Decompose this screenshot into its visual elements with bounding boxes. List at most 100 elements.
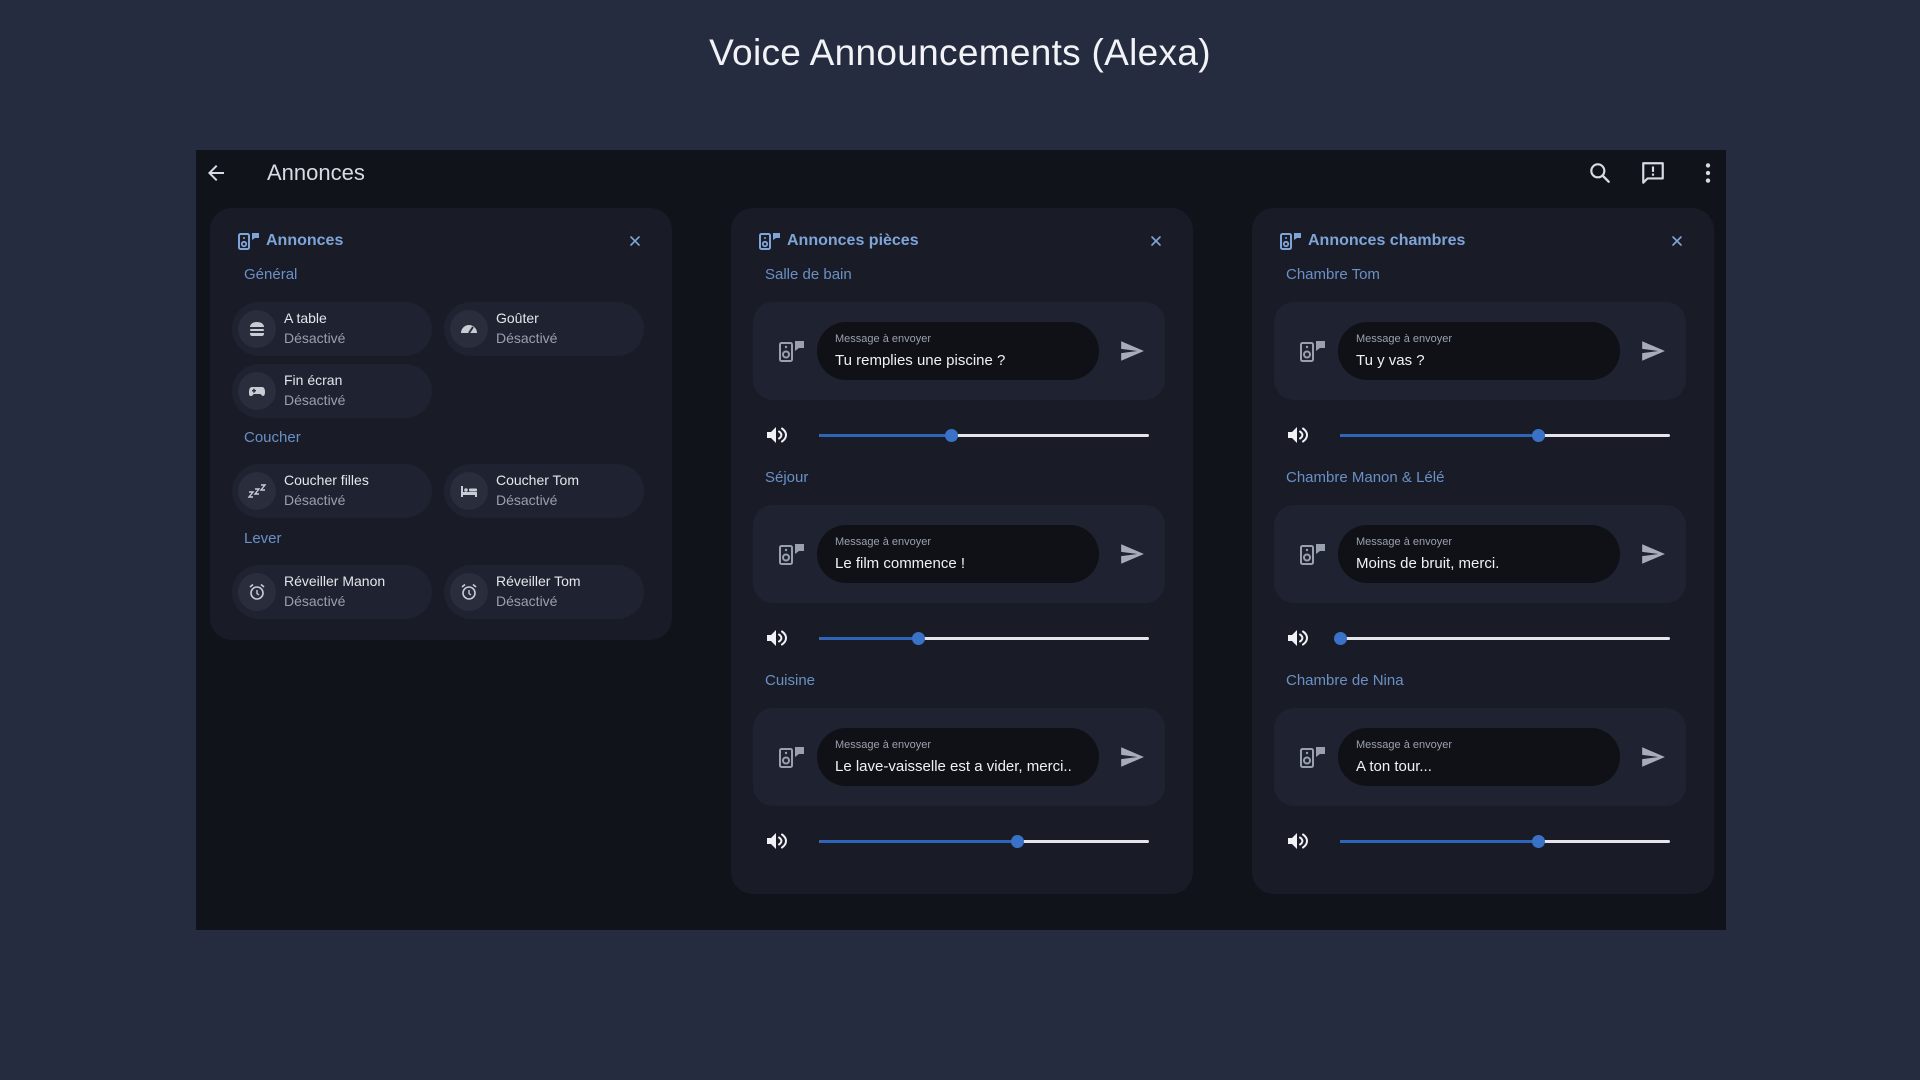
back-arrow-icon[interactable] bbox=[204, 161, 228, 185]
chip-state: Désactivé bbox=[496, 593, 558, 609]
message-input[interactable]: Message à envoyer Tu remplies une piscine… bbox=[817, 322, 1099, 380]
message-input[interactable]: Message à envoyer Le film commence ! bbox=[817, 525, 1099, 583]
top-bar: Annonces bbox=[196, 150, 1726, 196]
close-icon[interactable] bbox=[1670, 234, 1684, 248]
speaker-announce-icon bbox=[1300, 340, 1326, 362]
message-input[interactable]: Message à envoyer Tu y vas ? bbox=[1338, 322, 1620, 380]
speaker-announce-icon bbox=[1280, 233, 1301, 250]
close-icon[interactable] bbox=[628, 234, 642, 248]
chip-state: Désactivé bbox=[284, 392, 346, 408]
volume-up-icon[interactable] bbox=[765, 830, 789, 852]
message-input[interactable]: Message à envoyer A ton tour... bbox=[1338, 728, 1620, 786]
chip-name: Réveiller Tom bbox=[496, 573, 581, 589]
close-icon[interactable] bbox=[1149, 234, 1163, 248]
speaker-announce-icon bbox=[1300, 543, 1326, 565]
volume-up-icon[interactable] bbox=[1286, 627, 1310, 649]
room-message-card: Message à envoyer Tu remplies une piscine… bbox=[753, 302, 1165, 400]
panel-title: Annonces pièces bbox=[787, 232, 919, 249]
volume-slider[interactable] bbox=[1340, 429, 1670, 442]
send-icon[interactable] bbox=[1640, 744, 1666, 770]
chip-name: Réveiller Manon bbox=[284, 573, 386, 589]
volume-slider-thumb[interactable] bbox=[1011, 835, 1024, 848]
room-message-card: Message à envoyer Le film commence ! bbox=[753, 505, 1165, 603]
volume-slider-fill bbox=[819, 840, 1017, 843]
volume-slider[interactable] bbox=[1334, 632, 1670, 645]
chip-state: Désactivé bbox=[284, 492, 346, 508]
send-icon[interactable] bbox=[1119, 744, 1145, 770]
chip-state: Désactivé bbox=[496, 492, 558, 508]
message-input[interactable]: Message à envoyer Moins de bruit, merci. bbox=[1338, 525, 1620, 583]
message-input-value: Le film commence ! bbox=[835, 555, 966, 572]
burger-icon bbox=[238, 310, 276, 348]
send-icon[interactable] bbox=[1640, 541, 1666, 567]
message-input-label: Message à envoyer bbox=[1356, 333, 1452, 345]
announcement-chip-coucher-tom[interactable]: Coucher Tom Désactivé bbox=[444, 464, 644, 518]
panel-annonces: Annonces Général A table Désactivé Goûte… bbox=[210, 208, 672, 640]
volume-slider-fill bbox=[819, 434, 951, 437]
volume-up-icon[interactable] bbox=[765, 627, 789, 649]
announcement-chip-coucher-filles[interactable]: Coucher filles Désactivé bbox=[232, 464, 432, 518]
chip-name: Coucher Tom bbox=[496, 472, 580, 488]
chip-state: Désactivé bbox=[496, 330, 558, 346]
chip-state: Désactivé bbox=[284, 593, 346, 609]
announcement-chip-reveiller-manon[interactable]: Réveiller Manon Désactivé bbox=[232, 565, 432, 619]
message-input-label: Message à envoyer bbox=[835, 333, 931, 345]
message-input-value: Le lave-vaisselle est a vider, merci.. bbox=[835, 758, 1072, 775]
room-message-card: Message à envoyer A ton tour... bbox=[1274, 708, 1686, 806]
panel-title: Annonces bbox=[266, 232, 344, 249]
volume-slider-thumb[interactable] bbox=[1532, 429, 1545, 442]
announcement-chip-reveiller-tom[interactable]: Réveiller Tom Désactivé bbox=[444, 565, 644, 619]
page-title: Voice Announcements (Alexa) bbox=[709, 32, 1211, 73]
send-icon[interactable] bbox=[1119, 541, 1145, 567]
more-vert-icon[interactable] bbox=[1695, 160, 1721, 186]
message-input-value: Moins de bruit, merci. bbox=[1356, 555, 1500, 572]
volume-slider[interactable] bbox=[819, 429, 1149, 442]
room-label: Séjour bbox=[765, 469, 809, 486]
announcement-message-icon[interactable] bbox=[1640, 160, 1666, 186]
speaker-announce-icon bbox=[779, 746, 805, 768]
volume-slider-thumb[interactable] bbox=[1532, 835, 1545, 848]
send-icon[interactable] bbox=[1640, 338, 1666, 364]
panel-title: Annonces chambres bbox=[1308, 232, 1466, 249]
send-icon[interactable] bbox=[1119, 338, 1145, 364]
volume-up-icon[interactable] bbox=[765, 424, 789, 446]
message-input-label: Message à envoyer bbox=[835, 739, 931, 751]
speaker-announce-icon bbox=[759, 233, 780, 250]
room-label: Salle de bain bbox=[765, 266, 852, 283]
message-input[interactable]: Message à envoyer Le lave-vaisselle est a… bbox=[817, 728, 1099, 786]
message-input-value: A ton tour... bbox=[1356, 758, 1432, 775]
speaker-announce-icon bbox=[779, 340, 805, 362]
panel-annonces-chambres: Annonces chambres Chambre Tom Message à e… bbox=[1252, 208, 1714, 894]
volume-slider[interactable] bbox=[819, 835, 1149, 848]
room-message-card: Message à envoyer Moins de bruit, merci. bbox=[1274, 505, 1686, 603]
speaker-announce-icon bbox=[238, 233, 259, 250]
volume-slider-thumb[interactable] bbox=[1334, 632, 1347, 645]
volume-row bbox=[753, 623, 1165, 653]
panel-annonces-pieces: Annonces pièces Salle de bain Message à e… bbox=[731, 208, 1193, 894]
room-label: Chambre Tom bbox=[1286, 266, 1380, 283]
chip-name: Fin écran bbox=[284, 372, 343, 388]
chip-name: Coucher filles bbox=[284, 472, 369, 488]
bed-icon bbox=[450, 472, 488, 510]
volume-up-icon[interactable] bbox=[1286, 830, 1310, 852]
search-icon[interactable] bbox=[1587, 160, 1613, 186]
message-input-value: Tu remplies une piscine ? bbox=[835, 352, 1006, 369]
announcement-chip-gouter[interactable]: Goûter Désactivé bbox=[444, 302, 644, 356]
sleep-zzz-icon bbox=[238, 472, 276, 510]
app-window: Annonces Annonces Général A table Désact… bbox=[196, 150, 1726, 930]
volume-row bbox=[1274, 420, 1686, 450]
section-label-lever: Lever bbox=[244, 530, 282, 547]
alarm-clock-icon bbox=[238, 573, 276, 611]
announcement-chip-fin-ecran[interactable]: Fin écran Désactivé bbox=[232, 364, 432, 418]
volume-slider-thumb[interactable] bbox=[945, 429, 958, 442]
volume-slider-thumb[interactable] bbox=[912, 632, 925, 645]
volume-slider[interactable] bbox=[1340, 835, 1670, 848]
volume-slider-fill bbox=[1340, 840, 1538, 843]
section-label-general: Général bbox=[244, 266, 298, 283]
section-label-coucher: Coucher bbox=[244, 429, 301, 446]
announcement-chip-a-table[interactable]: A table Désactivé bbox=[232, 302, 432, 356]
volume-slider[interactable] bbox=[819, 632, 1149, 645]
chip-state: Désactivé bbox=[284, 330, 346, 346]
volume-up-icon[interactable] bbox=[1286, 424, 1310, 446]
message-input-label: Message à envoyer bbox=[835, 536, 931, 548]
